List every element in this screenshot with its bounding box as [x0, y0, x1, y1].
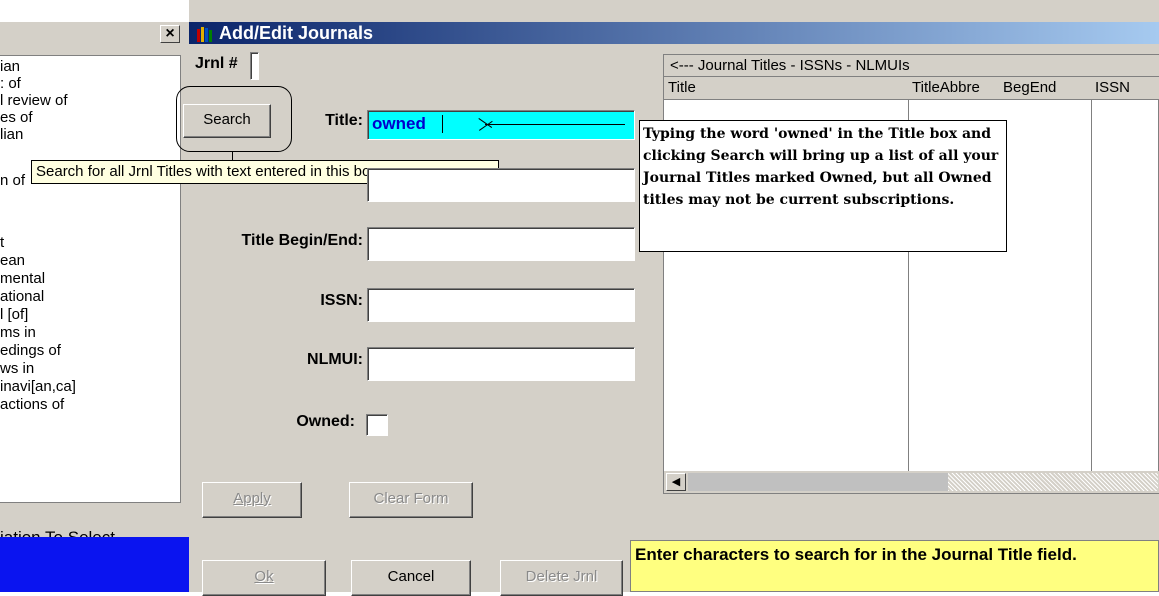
- title-begin-end-label: Title Begin/End:: [241, 232, 363, 249]
- column-header-issn[interactable]: ISSN: [1091, 77, 1159, 100]
- list-item[interactable]: ean: [0, 252, 25, 269]
- column-header-titleabbre[interactable]: TitleAbbre: [908, 77, 1004, 100]
- list-item[interactable]: es of: [0, 109, 33, 126]
- issn-label: ISSN:: [320, 292, 363, 309]
- title-begin-end-input[interactable]: [367, 227, 635, 261]
- scroll-track-pattern[interactable]: [948, 473, 1158, 491]
- list-item[interactable]: ian: [0, 58, 20, 75]
- horizontal-scrollbar[interactable]: ◀: [664, 471, 1159, 493]
- apply-button-label: Apply: [233, 490, 271, 507]
- background-list[interactable]: ian : of l review of es of lian n of t e…: [0, 55, 181, 503]
- title-input-value: owned: [372, 114, 426, 133]
- owned-label: Owned:: [296, 413, 355, 430]
- ok-button[interactable]: Ok: [202, 560, 326, 596]
- apply-button[interactable]: Apply: [202, 482, 302, 518]
- list-item[interactable]: inavi[an,ca]: [0, 378, 76, 395]
- status-help-text: Enter characters to search for in the Jo…: [630, 540, 1159, 592]
- nlmui-label: NLMUI:: [307, 351, 363, 368]
- text-caret: [442, 115, 443, 133]
- background-window: × ian : of l review of es of lian n of t…: [0, 22, 189, 592]
- selection-bar: [0, 537, 189, 592]
- list-item[interactable]: actions of: [0, 396, 64, 413]
- list-item[interactable]: lian: [0, 126, 23, 143]
- jrnl-number-label: Jrnl #: [195, 55, 238, 72]
- jrnl-number-field[interactable]: [250, 52, 259, 80]
- pointer-arrow: [485, 124, 625, 125]
- title-input[interactable]: owned: [367, 110, 635, 140]
- title-bar[interactable]: Add/Edit Journals: [189, 22, 1159, 44]
- ok-button-label: Ok: [254, 568, 274, 585]
- column-divider: [1091, 99, 1092, 471]
- grid-caption: <--- Journal Titles - ISSNs - NLMUIs: [664, 55, 1159, 77]
- issn-input[interactable]: [367, 288, 635, 322]
- list-item[interactable]: edings of: [0, 342, 61, 359]
- nlmui-input[interactable]: [367, 347, 635, 381]
- delete-jrnl-button[interactable]: Delete Jrnl: [500, 560, 623, 596]
- scroll-left-icon[interactable]: ◀: [666, 473, 686, 491]
- list-item[interactable]: t: [0, 234, 4, 251]
- scroll-track[interactable]: [688, 473, 948, 491]
- cancel-button[interactable]: Cancel: [351, 560, 471, 596]
- column-header-begend[interactable]: BegEnd: [999, 77, 1096, 100]
- list-item[interactable]: l review of: [0, 92, 68, 109]
- books-icon: [197, 27, 212, 42]
- list-item[interactable]: mental: [0, 270, 45, 287]
- add-edit-journals-window: Add/Edit Journals Jrnl # Search Title: o…: [31, 0, 1159, 596]
- list-item[interactable]: n of: [0, 172, 25, 189]
- clear-form-button[interactable]: Clear Form: [349, 482, 473, 518]
- title-abbrev-input[interactable]: [367, 168, 635, 202]
- window-title: Add/Edit Journals: [219, 23, 374, 43]
- close-icon[interactable]: ×: [160, 25, 180, 43]
- list-item[interactable]: : of: [0, 75, 21, 92]
- search-button[interactable]: Search: [183, 104, 271, 138]
- list-item[interactable]: ms in: [0, 324, 36, 341]
- title-label: Title:: [325, 112, 363, 129]
- help-callout: Typing the word 'owned' in the Title box…: [639, 120, 1007, 252]
- list-item[interactable]: ational: [0, 288, 44, 305]
- column-header-title[interactable]: Title: [664, 77, 913, 100]
- list-item[interactable]: l [of]: [0, 306, 28, 323]
- list-item[interactable]: ws in: [0, 360, 34, 377]
- owned-checkbox[interactable]: [366, 414, 388, 436]
